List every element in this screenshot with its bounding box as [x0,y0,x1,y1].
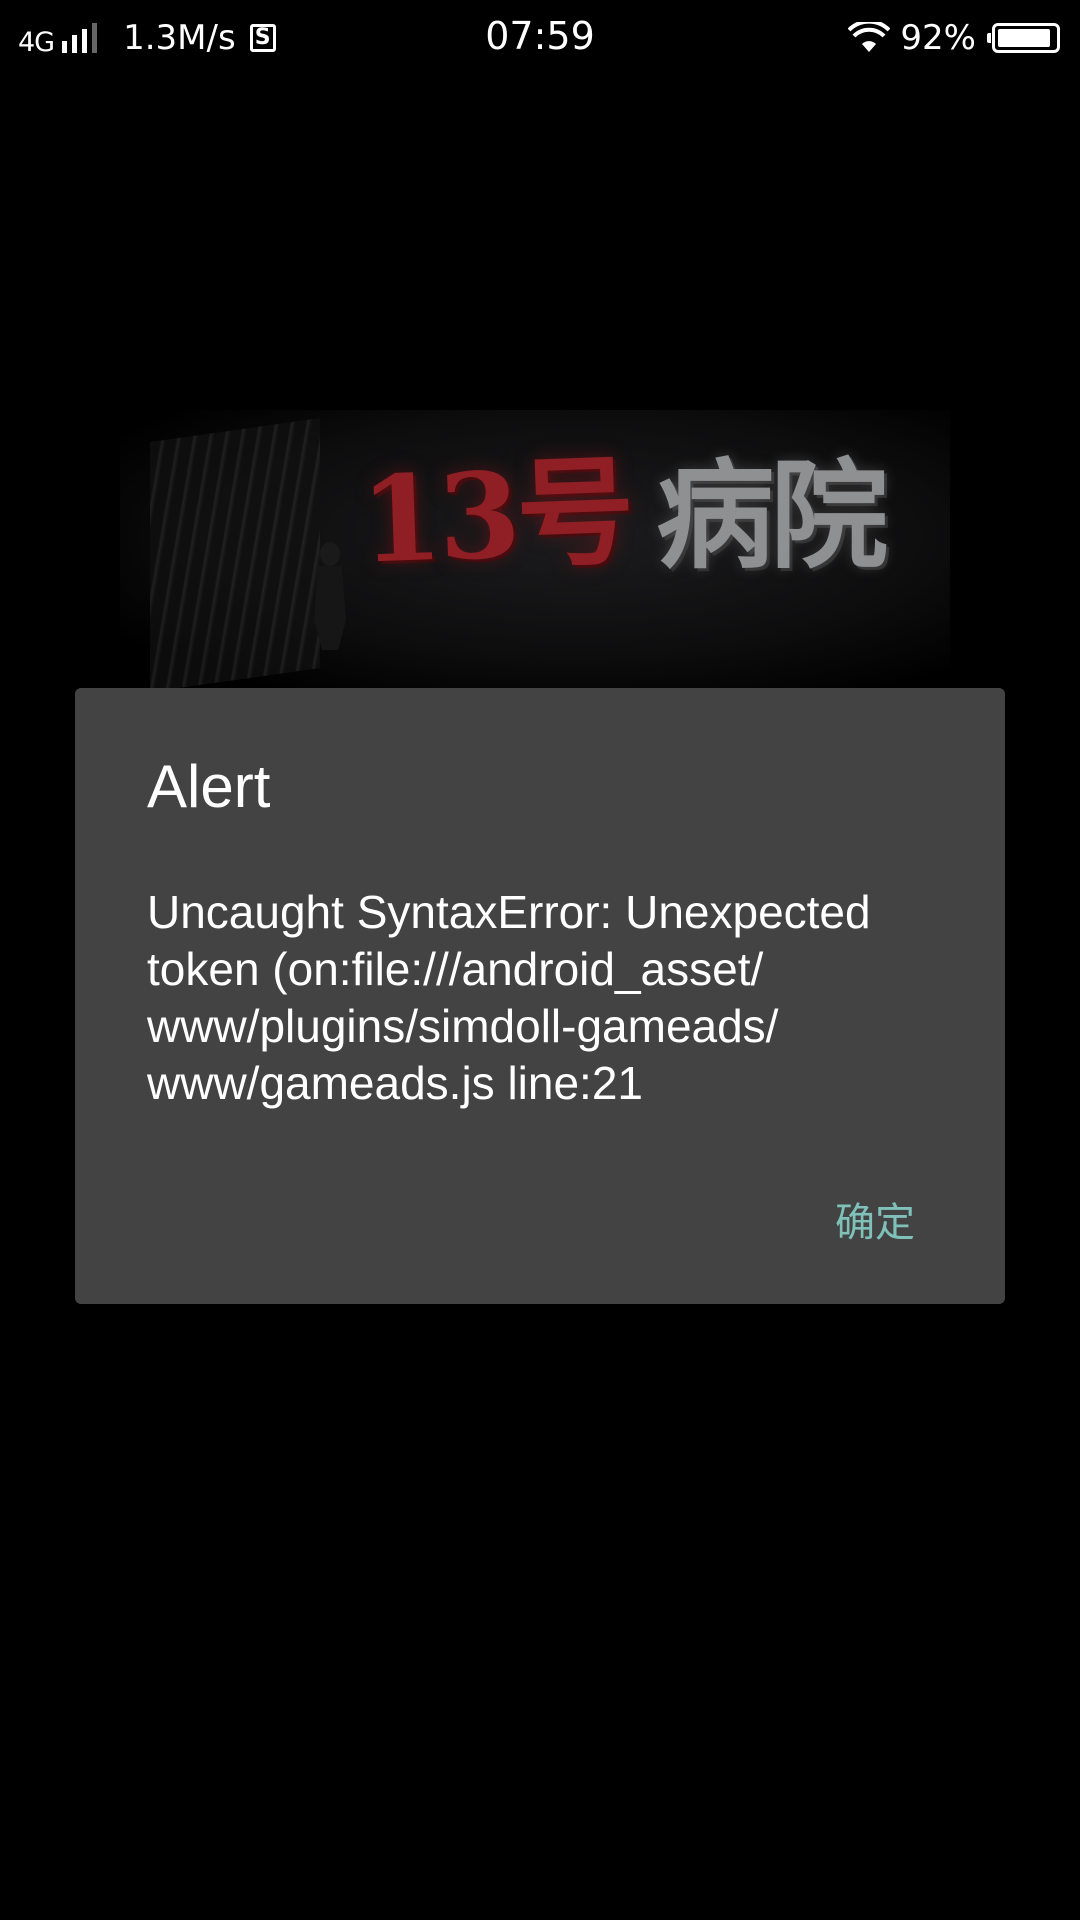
dialog-message-line: Uncaught SyntaxError: Unexpected [147,886,871,938]
game-banner: 13号 病院 [120,410,950,690]
confirm-button[interactable]: 确定 [825,1184,925,1254]
game-title-part1: 13号 [358,440,633,590]
screen: 4G 1.3M/s S 07:59 92% 13号 病院 Alert Uncau… [0,0,1080,1920]
dialog-message-line: www/gameads.js line:21 [147,1057,644,1109]
dialog-message-line: www/plugins/simdoll-gameads/ [147,1000,779,1052]
shadow-figure-image [314,542,346,650]
battery-icon [987,23,1060,53]
game-title-art: 13号 病院 [358,430,888,589]
battery-percent: 92% [900,18,976,58]
banner-bars-art [150,418,320,690]
wifi-icon [848,22,891,52]
dialog-message-line: token (on:file:///android_asset/ [147,943,764,995]
dialog-title: Alert [147,753,271,820]
game-title-part2: 病院 [656,445,888,585]
status-bar-right: 92% [848,14,1060,62]
alert-dialog: Alert Uncaught SyntaxError: Unexpected t… [75,688,1005,1304]
status-bar: 4G 1.3M/s S 07:59 92% [0,0,1080,76]
battery-level-fill [998,29,1050,47]
dialog-message: Uncaught SyntaxError: Unexpected token (… [147,884,947,1112]
